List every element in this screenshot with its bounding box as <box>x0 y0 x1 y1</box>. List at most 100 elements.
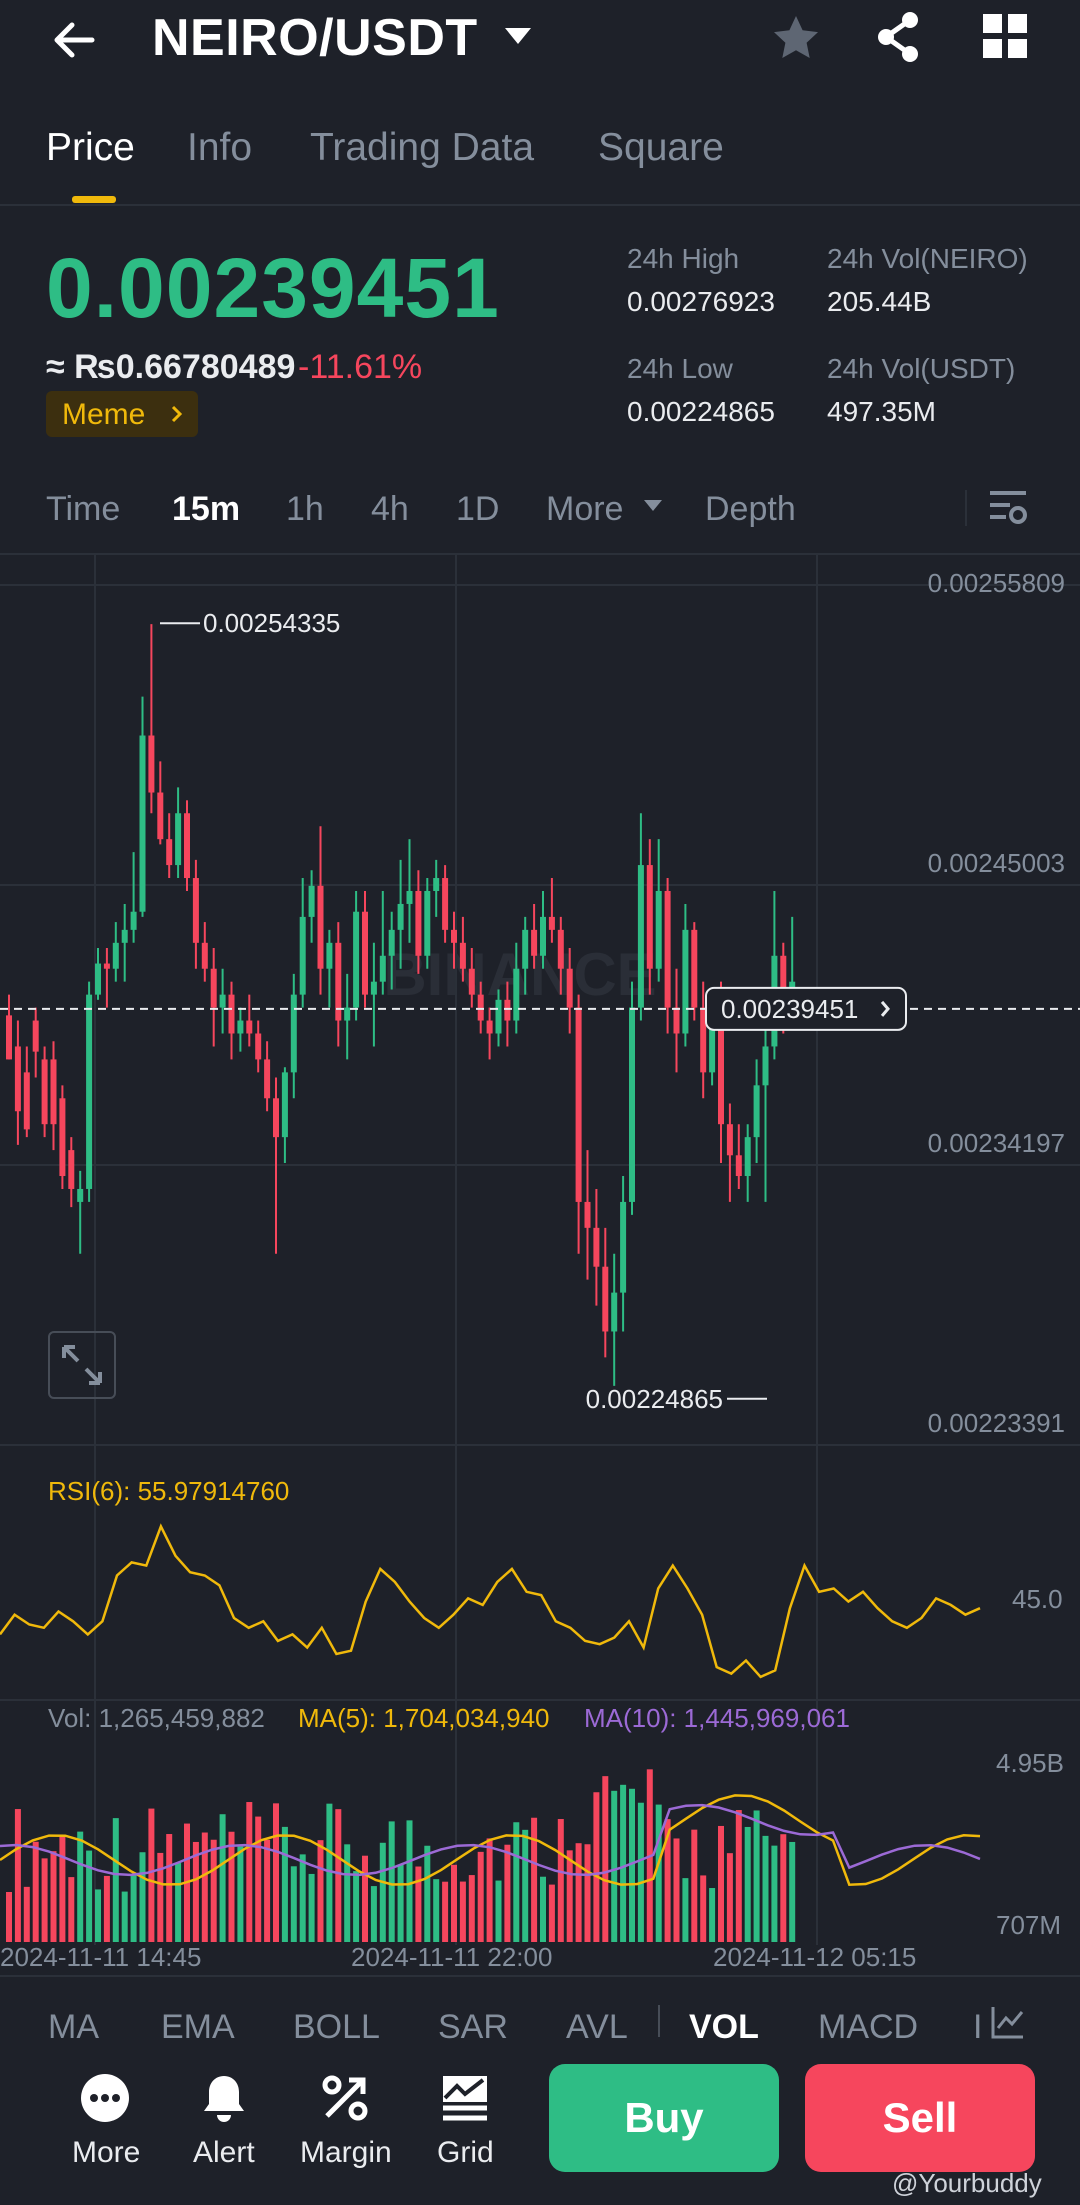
time-axis-label: 2024-11-11 14:45 <box>0 1942 202 1972</box>
volume-bar <box>415 1866 422 1942</box>
candle-body <box>41 1059 48 1125</box>
candle-body <box>477 994 484 1021</box>
candle-body <box>344 1007 351 1021</box>
action-margin-label[interactable]: Margin <box>300 2136 392 2170</box>
sell-button-label: Sell <box>882 2094 958 2141</box>
volume-bar <box>6 1892 12 1942</box>
candle-body <box>593 1227 600 1267</box>
volume-bar <box>157 1852 164 1942</box>
divider <box>0 1975 1080 1977</box>
candle-body <box>192 878 199 943</box>
share-icon[interactable] <box>872 10 924 64</box>
volume-bar <box>486 1838 493 1942</box>
volume-bar <box>23 1886 30 1942</box>
price-axis-label: 0.00234197 <box>928 1128 1065 1158</box>
grid-bot-icon[interactable] <box>439 2072 491 2124</box>
price-axis-label: 0.00255809 <box>928 568 1065 598</box>
indicator-vol[interactable]: VOL <box>689 2008 759 2047</box>
candle-body <box>584 1201 591 1228</box>
tab-square[interactable]: Square <box>598 126 724 170</box>
volume-bar <box>522 1829 529 1942</box>
price-chart[interactable]: BINANCE 0.002558090.002450030.002341970.… <box>0 555 1080 1975</box>
action-alert-label[interactable]: Alert <box>193 2136 255 2170</box>
fullscreen-button[interactable] <box>48 1331 116 1399</box>
indicator-settings-icon[interactable] <box>990 2004 1026 2040</box>
tab-price[interactable]: Price <box>46 126 135 170</box>
volume-bar <box>246 1802 253 1942</box>
volume-bar <box>709 1888 716 1942</box>
volume-bar <box>86 1850 93 1942</box>
volume-bar <box>451 1864 457 1942</box>
candle-body <box>59 1098 66 1177</box>
chevron-right-icon <box>171 405 183 423</box>
indicator-ma[interactable]: MA <box>48 2008 99 2047</box>
candle-body <box>388 929 395 956</box>
arrow-left-icon[interactable] <box>48 14 100 66</box>
fiat-price: ≈ ₨0.66780489 <box>46 348 296 386</box>
volume-bars <box>6 1769 796 1942</box>
rsi-axis-label: 45.0 <box>1012 1584 1063 1614</box>
star-icon[interactable] <box>770 12 822 64</box>
volume-bar <box>762 1835 769 1942</box>
user-watermark: @Yourbuddy <box>892 2168 1042 2198</box>
candle-body <box>602 1266 609 1332</box>
candle-body <box>148 735 155 793</box>
candle-body <box>95 963 101 995</box>
meme-tag-label: Meme <box>62 398 146 431</box>
interval-1d[interactable]: 1D <box>456 490 499 529</box>
interval-depth[interactable]: Depth <box>705 490 796 529</box>
interval-15m[interactable]: 15m <box>172 490 240 529</box>
candle-body <box>157 792 164 840</box>
tab-trading-data[interactable]: Trading Data <box>310 126 534 170</box>
interval-time[interactable]: Time <box>46 490 120 529</box>
indicator-more[interactable]: I <box>973 2008 982 2047</box>
candle-body <box>255 1033 262 1060</box>
candle-body <box>326 942 333 969</box>
volume-bar <box>575 1843 582 1942</box>
volume-bar <box>308 1873 315 1942</box>
indicator-ema[interactable]: EMA <box>161 2008 235 2047</box>
expand-icon <box>62 1345 102 1385</box>
caret-down-icon[interactable] <box>502 24 534 48</box>
volume-bar <box>255 1816 262 1942</box>
buy-button-label: Buy <box>624 2094 704 2141</box>
indicator-boll[interactable]: BOLL <box>293 2008 380 2047</box>
volume-bar <box>637 1802 644 1942</box>
volume-bar <box>584 1844 591 1942</box>
interval-more[interactable]: More <box>546 490 623 529</box>
volume-bar <box>726 1853 733 1942</box>
candle-body <box>299 916 306 995</box>
header-bar: NEIRO/USDT <box>0 0 1080 80</box>
tab-info[interactable]: Info <box>187 126 252 170</box>
chart-settings-icon[interactable] <box>988 487 1028 527</box>
indicator-avl[interactable]: AVL <box>566 2008 628 2047</box>
volume-bar <box>459 1881 466 1942</box>
divider <box>965 490 967 526</box>
candle-body <box>557 929 564 969</box>
pair-title[interactable]: NEIRO/USDT <box>152 8 478 68</box>
candle-body <box>77 1188 84 1202</box>
rsi-label: RSI(6): 55.97914760 <box>48 1476 290 1506</box>
stat-24h-low-label: 24h Low <box>627 353 733 384</box>
volume-bar <box>442 1881 449 1942</box>
interval-4h[interactable]: 4h <box>371 490 409 529</box>
caret-down-icon <box>644 500 662 511</box>
bell-icon[interactable] <box>198 2072 250 2124</box>
more-dots-icon[interactable] <box>79 2072 131 2124</box>
action-grid-label[interactable]: Grid <box>437 2136 494 2170</box>
change-percent: -11.61% <box>298 348 423 386</box>
candle-body <box>459 942 466 969</box>
action-more-label[interactable]: More <box>72 2136 140 2170</box>
interval-1h[interactable]: 1h <box>286 490 324 529</box>
volume-bar <box>219 1814 226 1942</box>
grid-icon[interactable] <box>983 14 1027 58</box>
margin-icon[interactable] <box>319 2072 371 2124</box>
volume-bar <box>201 1832 208 1942</box>
volume-bar <box>433 1879 440 1942</box>
last-price: 0.00239451 <box>46 241 500 335</box>
candle-body <box>175 813 182 866</box>
indicator-macd[interactable]: MACD <box>818 2008 918 2047</box>
candle-body <box>762 1046 769 1086</box>
volume-bar <box>566 1850 573 1942</box>
indicator-sar[interactable]: SAR <box>438 2008 508 2047</box>
